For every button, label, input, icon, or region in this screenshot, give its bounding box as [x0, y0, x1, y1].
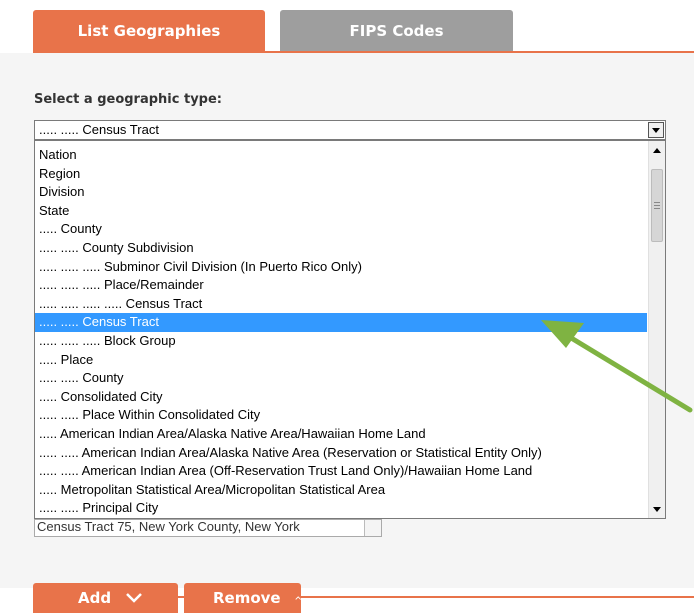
- option-item[interactable]: ..... Place: [35, 351, 647, 370]
- option-item[interactable]: ..... ..... Place Within Consolidated Ci…: [35, 406, 647, 425]
- add-label: Add: [78, 589, 112, 607]
- add-button[interactable]: Add: [33, 583, 178, 613]
- remove-button[interactable]: Remove: [184, 583, 301, 613]
- geographic-type-label: Select a geographic type:: [34, 92, 222, 107]
- option-item[interactable]: ..... ..... American Indian Area/Alaska …: [35, 444, 647, 463]
- option-item[interactable]: ..... ..... ..... ..... Census Tract: [35, 295, 647, 314]
- triangle-down-icon[interactable]: [648, 122, 664, 138]
- scroll-down-icon[interactable]: [652, 504, 662, 514]
- scroll-up-icon[interactable]: [652, 145, 662, 155]
- option-item[interactable]: Region: [35, 165, 647, 184]
- option-list: Nation Region Division State..... County...…: [35, 146, 647, 518]
- chevron-down-icon[interactable]: [364, 520, 381, 536]
- option-item[interactable]: ..... ..... County Subdivision: [35, 239, 647, 258]
- geography-select-value: Census Tract 75, New York County, New Yo…: [37, 519, 300, 534]
- tab-fips-codes[interactable]: FIPS Codes: [280, 10, 513, 52]
- remove-label: Remove: [213, 589, 281, 607]
- selected-value: ..... ..... Census Tract: [39, 122, 159, 137]
- option-item[interactable]: State: [35, 202, 647, 221]
- geography-select[interactable]: Census Tract 75, New York County, New Yo…: [34, 519, 382, 537]
- option-item[interactable]: ..... American Indian Area/Alaska Native…: [35, 425, 647, 444]
- geographic-type-dropdown[interactable]: Nation Region Division State..... County...…: [34, 140, 666, 519]
- tab-list-geographies[interactable]: List Geographies: [33, 10, 265, 52]
- option-item[interactable]: ..... Metropolitan Statistical Area/Micr…: [35, 481, 647, 500]
- tab-bar: List Geographies FIPS Codes: [0, 0, 694, 53]
- chevron-down-icon: [126, 593, 142, 603]
- option-item[interactable]: Nation: [35, 146, 647, 165]
- option-item[interactable]: ..... County: [35, 220, 647, 239]
- option-item[interactable]: ..... ..... County: [35, 369, 647, 388]
- option-item[interactable]: ..... ..... American Indian Area (Off-Re…: [35, 462, 647, 481]
- scrollbar-thumb[interactable]: [651, 169, 663, 242]
- scrollbar[interactable]: [648, 141, 665, 518]
- option-item[interactable]: ..... ..... ..... Place/Remainder: [35, 276, 647, 295]
- option-item[interactable]: ..... ..... Census Tract: [35, 313, 647, 332]
- option-item[interactable]: ..... ..... ..... Subminor Civil Divisio…: [35, 258, 647, 277]
- option-item[interactable]: Division: [35, 183, 647, 202]
- option-item[interactable]: ..... Consolidated City: [35, 388, 647, 407]
- geographic-type-select[interactable]: ..... ..... Census Tract: [34, 120, 666, 140]
- chevron-up-icon: [295, 596, 301, 600]
- option-item[interactable]: ..... ..... Principal City: [35, 499, 647, 518]
- option-item[interactable]: ..... ..... ..... Block Group: [35, 332, 647, 351]
